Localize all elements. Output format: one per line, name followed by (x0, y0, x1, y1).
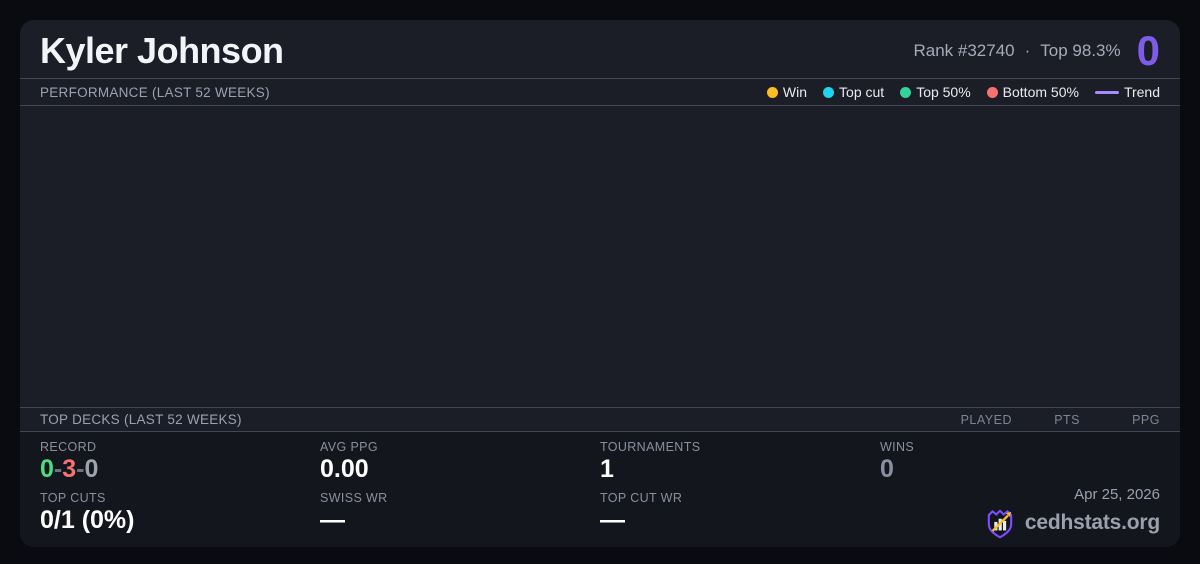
top-cuts-value: 0/1 (0%) (40, 505, 135, 534)
performance-header-row: PERFORMANCE (LAST 52 WEEKS) Win Top cut … (20, 79, 1180, 106)
stat-label: SWISS WR (320, 490, 388, 505)
top-decks-columns: PLAYED PTS PPG (928, 413, 1160, 427)
column-header-played: PLAYED (960, 412, 1012, 427)
win-dot-icon (766, 86, 778, 98)
swiss-wr-value: — (320, 505, 345, 534)
top50-dot-icon (900, 86, 912, 98)
legend-item-bottom50: Bottom 50% (986, 84, 1079, 100)
brand-link[interactable]: cedhstats.org (983, 506, 1160, 540)
stat-label: TOURNAMENTS (600, 440, 701, 454)
tournaments-value: 1 (600, 455, 614, 483)
performance-chart-area (20, 106, 1180, 407)
brand-block: Apr 25, 2026 cedhstats.org (983, 486, 1160, 540)
rank-group: Rank #32740 · Top 98.3% 0 (913, 30, 1160, 72)
top-cut-wr-value: — (600, 505, 625, 534)
avg-ppg-value: 0.00 (320, 455, 369, 483)
record-value: 0-3-0 (40, 455, 320, 484)
stat-label: AVG PPG (320, 440, 378, 454)
cedhstats-shield-logo-icon (987, 509, 1013, 539)
legend-item-trend: Trend (1094, 84, 1160, 100)
legend-item-win: Win (766, 84, 808, 100)
legend-label: Top 50% (916, 84, 971, 100)
bottom50-dot-icon (986, 86, 998, 98)
top-decks-section-label: TOP DECKS (LAST 52 WEEKS) (40, 412, 242, 427)
record-draws: 0 (84, 455, 99, 483)
card-header: Kyler Johnson Rank #32740 · Top 98.3% 0 (20, 20, 1180, 79)
performance-section-label: PERFORMANCE (LAST 52 WEEKS) (40, 84, 270, 100)
stat-top-cuts: TOP CUTS 0/1 (0%) (40, 491, 320, 535)
points-value: 0 (1136, 27, 1160, 74)
record-losses: 3 (62, 455, 77, 483)
stat-wins: WINS 0 (880, 440, 1160, 484)
top-percent-label: Top 98.3% (1040, 41, 1121, 60)
wins-value: 0 (880, 455, 894, 483)
legend-item-topcut: Top cut (823, 84, 884, 100)
stat-label: WINS (880, 440, 915, 454)
legend-label: Win (782, 84, 808, 100)
site-name: cedhstats.org (1024, 511, 1160, 534)
player-stats-card: Kyler Johnson Rank #32740 · Top 98.3% 0 … (20, 20, 1180, 547)
legend-label: Bottom 50% (1002, 84, 1079, 100)
record-separator: - (53, 455, 63, 483)
legend-item-top50: Top 50% (900, 84, 971, 100)
column-header-pts: PTS (1054, 412, 1080, 427)
legend-label: Trend (1123, 84, 1160, 100)
stats-band: RECORD 0-3-0 AVG PPG 0.00 TOURNAMENTS 1 … (20, 432, 1180, 547)
trend-line-icon (1094, 90, 1119, 94)
rank-label: Rank #32740 (913, 41, 1015, 60)
topcut-dot-icon (823, 86, 835, 98)
chart-legend: Win Top cut Top 50% Bottom 50% Trend (766, 84, 1160, 100)
stat-avg-ppg: AVG PPG 0.00 (320, 440, 600, 484)
stat-record: RECORD 0-3-0 (40, 440, 320, 484)
stat-label: TOP CUT WR (600, 490, 683, 505)
record-wins: 0 (40, 455, 54, 483)
card-date: Apr 25, 2026 (1074, 486, 1160, 503)
top-decks-header-row: TOP DECKS (LAST 52 WEEKS) PLAYED PTS PPG (20, 407, 1180, 432)
stat-label: TOP CUTS (40, 490, 106, 505)
player-name: Kyler Johnson (40, 30, 284, 71)
legend-label: Top cut (839, 84, 885, 100)
rank-separator: · (1024, 41, 1031, 60)
stat-tournaments: TOURNAMENTS 1 (600, 440, 880, 484)
stat-swiss-wr: SWISS WR — (320, 491, 600, 535)
column-header-ppg: PPG (1132, 412, 1160, 427)
stat-top-cut-wr: TOP CUT WR — (600, 491, 880, 535)
stat-label: RECORD (40, 440, 97, 454)
